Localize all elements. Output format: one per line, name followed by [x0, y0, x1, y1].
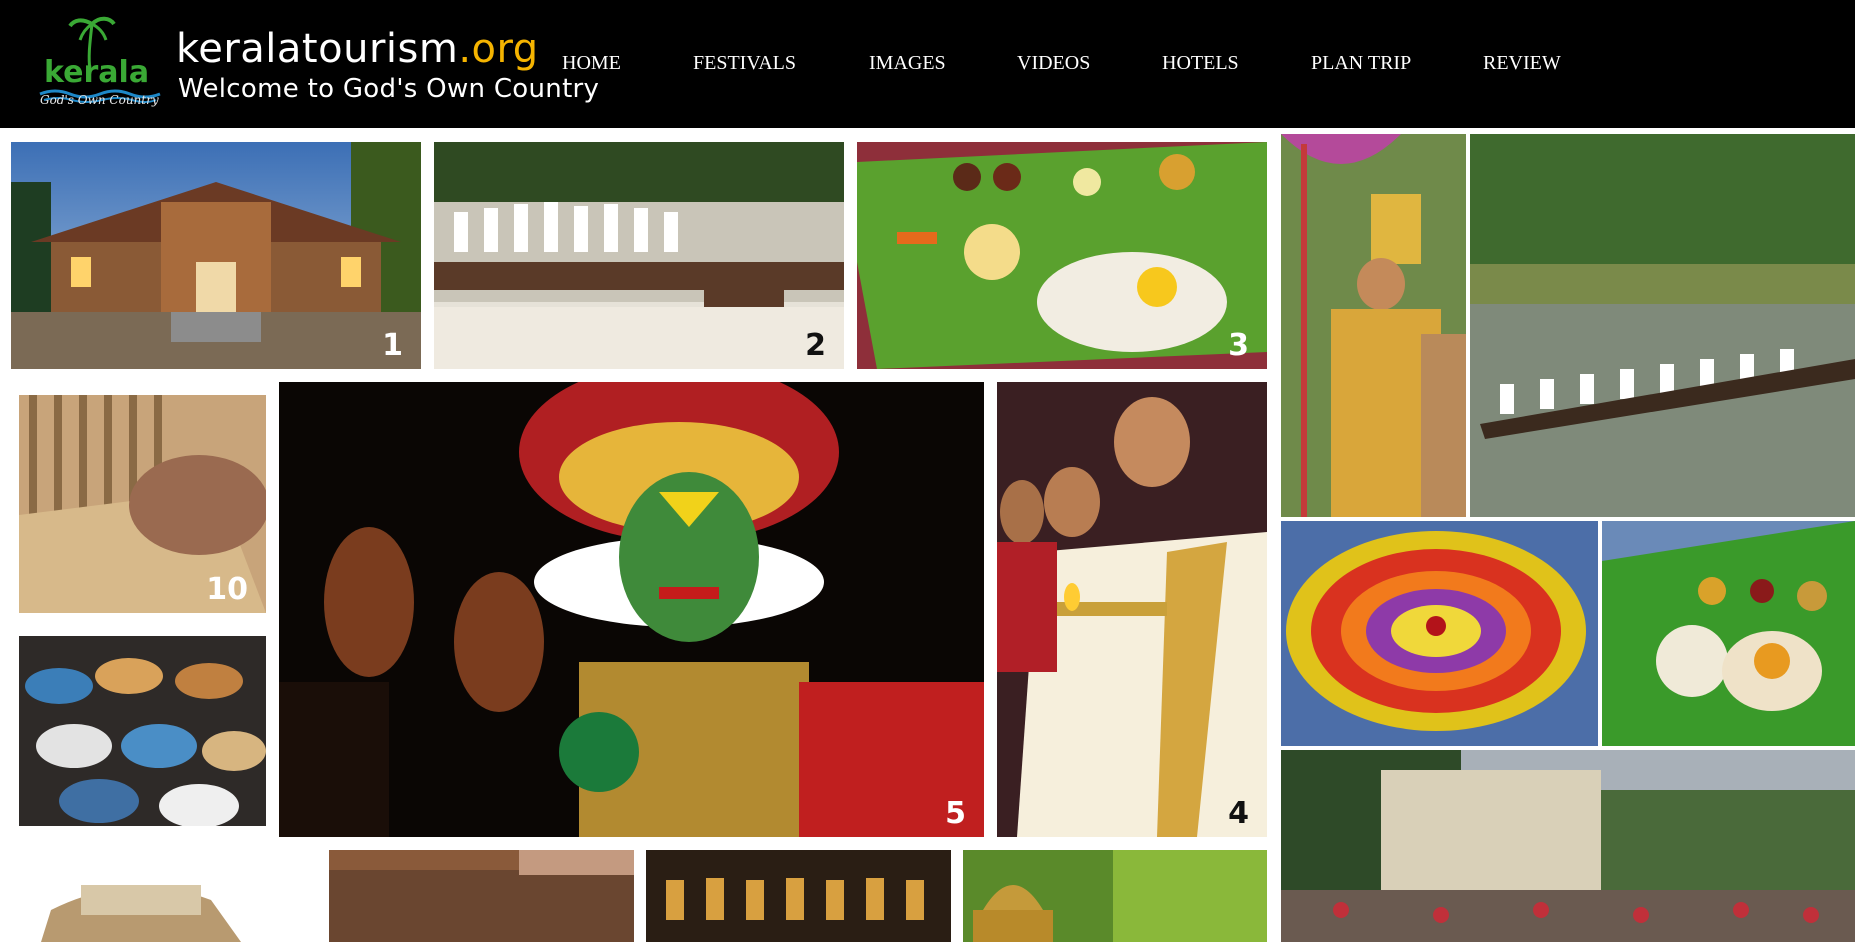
photo-number-10: 10	[206, 572, 248, 607]
nav-images[interactable]: IMAGES	[869, 52, 946, 75]
photo-number-4: 4	[1228, 796, 1249, 831]
wooden-surface-image	[329, 850, 634, 942]
nav-hotels[interactable]: HOTELS	[1162, 52, 1239, 75]
temple-festival-image	[646, 850, 951, 942]
site-header: kerala God's Own Country keralatourism.o…	[0, 0, 1855, 128]
photo-handicraft-baskets[interactable]	[19, 636, 266, 826]
photo-temple-festival-night[interactable]	[646, 850, 951, 942]
photo-snake-boat-rowers[interactable]: 2	[434, 142, 844, 369]
photo-banana-leaf-meal[interactable]	[1602, 521, 1855, 746]
logo-emblem-text: kerala	[44, 55, 149, 90]
site-name[interactable]: keralatourism.org	[176, 26, 539, 72]
logo-tagline: God's Own Country	[40, 93, 159, 107]
site-welcome: Welcome to God's Own Country	[178, 74, 600, 104]
photo-number-1: 1	[382, 328, 403, 363]
house-image	[11, 142, 421, 369]
nav-videos[interactable]: VIDEOS	[1017, 52, 1090, 75]
brass-lamp-image	[963, 850, 1267, 942]
procession-image	[1281, 750, 1855, 942]
pookalam-image	[1281, 521, 1598, 746]
site-name-main: keralatourism	[176, 26, 459, 72]
photo-number-2: 2	[805, 328, 826, 363]
houseboat-image	[11, 850, 321, 942]
sadya-image	[857, 142, 1267, 369]
photo-mahabali-costume[interactable]	[1281, 134, 1466, 517]
photo-pookalam-flower-carpet[interactable]	[1281, 521, 1598, 746]
photo-wooden-surface[interactable]	[329, 850, 634, 942]
photo-brass-lamp-greenery[interactable]	[963, 850, 1267, 942]
photo-women-with-lamps[interactable]: 4	[997, 382, 1267, 837]
backwater-image	[1470, 134, 1855, 517]
photo-houseboat[interactable]	[11, 850, 321, 942]
photo-kathakali-dancer[interactable]: 5	[279, 382, 984, 837]
rowers-image	[434, 142, 844, 369]
photo-number-5: 5	[945, 796, 966, 831]
photo-street-procession[interactable]	[1281, 750, 1855, 942]
photo-onam-sadya-leaf[interactable]: 3	[857, 142, 1267, 369]
baskets-image	[19, 636, 266, 826]
photo-mat-weaving[interactable]: 10	[19, 395, 266, 613]
mahabali-image	[1281, 134, 1466, 517]
nav-plan-trip[interactable]: PLAN TRIP	[1311, 52, 1411, 75]
photo-backwater-boat-race[interactable]	[1470, 134, 1855, 517]
nav-home[interactable]: HOME	[562, 52, 621, 75]
photo-number-3: 3	[1228, 328, 1249, 363]
nav-festivals[interactable]: FESTIVALS	[693, 52, 796, 75]
nav-review[interactable]: REVIEW	[1483, 52, 1561, 75]
kathakali-image	[279, 382, 984, 837]
site-name-tld: .org	[458, 26, 539, 72]
banana-leaf-image	[1602, 521, 1855, 746]
photo-traditional-house[interactable]: 1	[11, 142, 421, 369]
women-lamps-image	[997, 382, 1267, 837]
